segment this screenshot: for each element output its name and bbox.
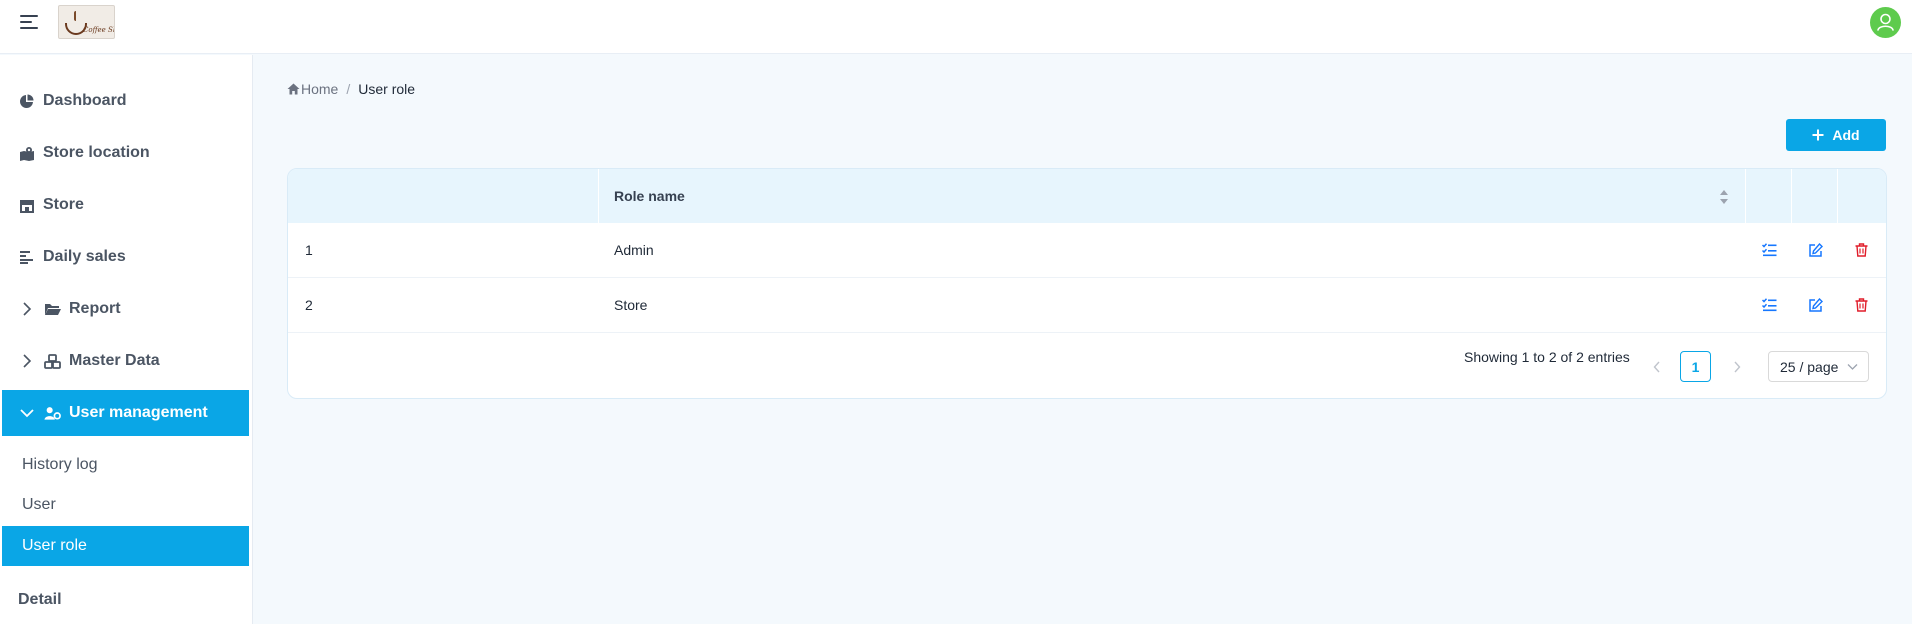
chevron-right-icon — [20, 302, 34, 316]
edit-icon[interactable] — [1806, 241, 1824, 259]
hamburger-icon[interactable] — [18, 12, 42, 32]
delete-icon[interactable] — [1852, 241, 1870, 259]
chevron-down-icon — [20, 406, 34, 420]
delete-icon[interactable] — [1852, 296, 1870, 314]
sidebar-item-report[interactable]: Report — [2, 286, 249, 332]
page-size-value: 25 / page — [1780, 358, 1839, 375]
sidebar-detail-label: Detail — [18, 591, 62, 608]
add-button[interactable]: Add — [1786, 119, 1886, 151]
sidebar-item-label: Store — [43, 196, 84, 213]
sidebar-item-label: Store location — [43, 144, 150, 161]
sidebar-subitem-user[interactable]: User — [2, 485, 249, 525]
column-divider — [1837, 169, 1838, 223]
sidebar: Dashboard Store location Store Daily sal… — [0, 55, 253, 624]
row-role-name: Store — [614, 297, 648, 313]
row-number: 1 — [305, 242, 313, 258]
bar-list-icon — [18, 249, 35, 265]
breadcrumb-home-label: Home — [301, 81, 339, 97]
sidebar-item-dashboard[interactable]: Dashboard — [2, 78, 249, 124]
sidebar-item-label: User management — [69, 404, 208, 421]
pagination-info: Showing 1 to 2 of 2 entries — [1464, 349, 1630, 365]
breadcrumb: Home / User role — [287, 80, 415, 98]
chevron-right-icon — [1734, 361, 1741, 373]
breadcrumb-separator: / — [346, 81, 351, 97]
sidebar-item-master-data[interactable]: Master Data — [2, 338, 249, 384]
column-divider — [1745, 169, 1746, 223]
permissions-icon[interactable] — [1760, 296, 1778, 314]
user-gear-icon — [44, 405, 61, 421]
table-row: 2 Store — [288, 278, 1886, 333]
column-header-role-name: Role name — [614, 188, 685, 204]
row-number: 2 — [305, 297, 313, 313]
page-size-select[interactable]: 25 / page — [1768, 351, 1869, 382]
sidebar-item-store-location[interactable]: Store location — [2, 130, 249, 176]
shop-icon — [18, 197, 35, 213]
top-header: Coffee Shop — [0, 0, 1912, 54]
sidebar-subitem-label: History log — [22, 456, 98, 473]
coffee-shop-logo[interactable]: Coffee Shop — [58, 5, 115, 39]
sort-icon[interactable] — [1719, 189, 1729, 205]
row-role-name: Admin — [614, 242, 654, 258]
breadcrumb-current: User role — [358, 81, 416, 97]
home-icon — [287, 83, 300, 95]
sidebar-item-label: Master Data — [69, 352, 160, 369]
plus-icon — [1812, 129, 1824, 141]
pagination-prev-button[interactable] — [1645, 355, 1669, 379]
chevron-left-icon — [1653, 361, 1660, 373]
cubes-icon — [44, 353, 61, 369]
chevron-right-icon — [20, 354, 34, 368]
sidebar-item-daily-sales[interactable]: Daily sales — [2, 234, 249, 280]
user-avatar[interactable] — [1870, 7, 1901, 38]
pagination-next-button[interactable] — [1725, 355, 1749, 379]
folder-icon — [44, 301, 61, 317]
column-divider — [598, 169, 599, 223]
sidebar-subitem-label: User role — [22, 537, 87, 554]
sidebar-item-label: Report — [69, 300, 121, 317]
add-button-label: Add — [1832, 127, 1860, 143]
sidebar-item-label: Dashboard — [43, 92, 127, 109]
edit-icon[interactable] — [1806, 296, 1824, 314]
sidebar-subitem-history-log[interactable]: History log — [2, 445, 249, 485]
sidebar-subitem-user-role[interactable]: User role — [2, 526, 249, 566]
user-icon — [1877, 13, 1894, 31]
pie-chart-icon — [18, 93, 35, 109]
table-row: 1 Admin — [288, 223, 1886, 278]
map-icon — [18, 145, 35, 161]
column-divider — [1791, 169, 1792, 223]
sidebar-item-user-management[interactable]: User management — [2, 390, 249, 436]
user-role-table-card: Role name 1 Admin 2 Store Showing 1 to 2… — [287, 168, 1887, 399]
table-header: Role name — [288, 169, 1886, 223]
sidebar-subitem-label: User — [22, 496, 56, 513]
breadcrumb-home[interactable]: Home — [287, 81, 338, 97]
sidebar-item-label: Daily sales — [43, 248, 126, 265]
permissions-icon[interactable] — [1760, 241, 1778, 259]
chevron-down-icon — [1847, 364, 1858, 370]
sidebar-item-store[interactable]: Store — [2, 182, 249, 228]
pagination-page-1[interactable]: 1 — [1680, 351, 1711, 382]
